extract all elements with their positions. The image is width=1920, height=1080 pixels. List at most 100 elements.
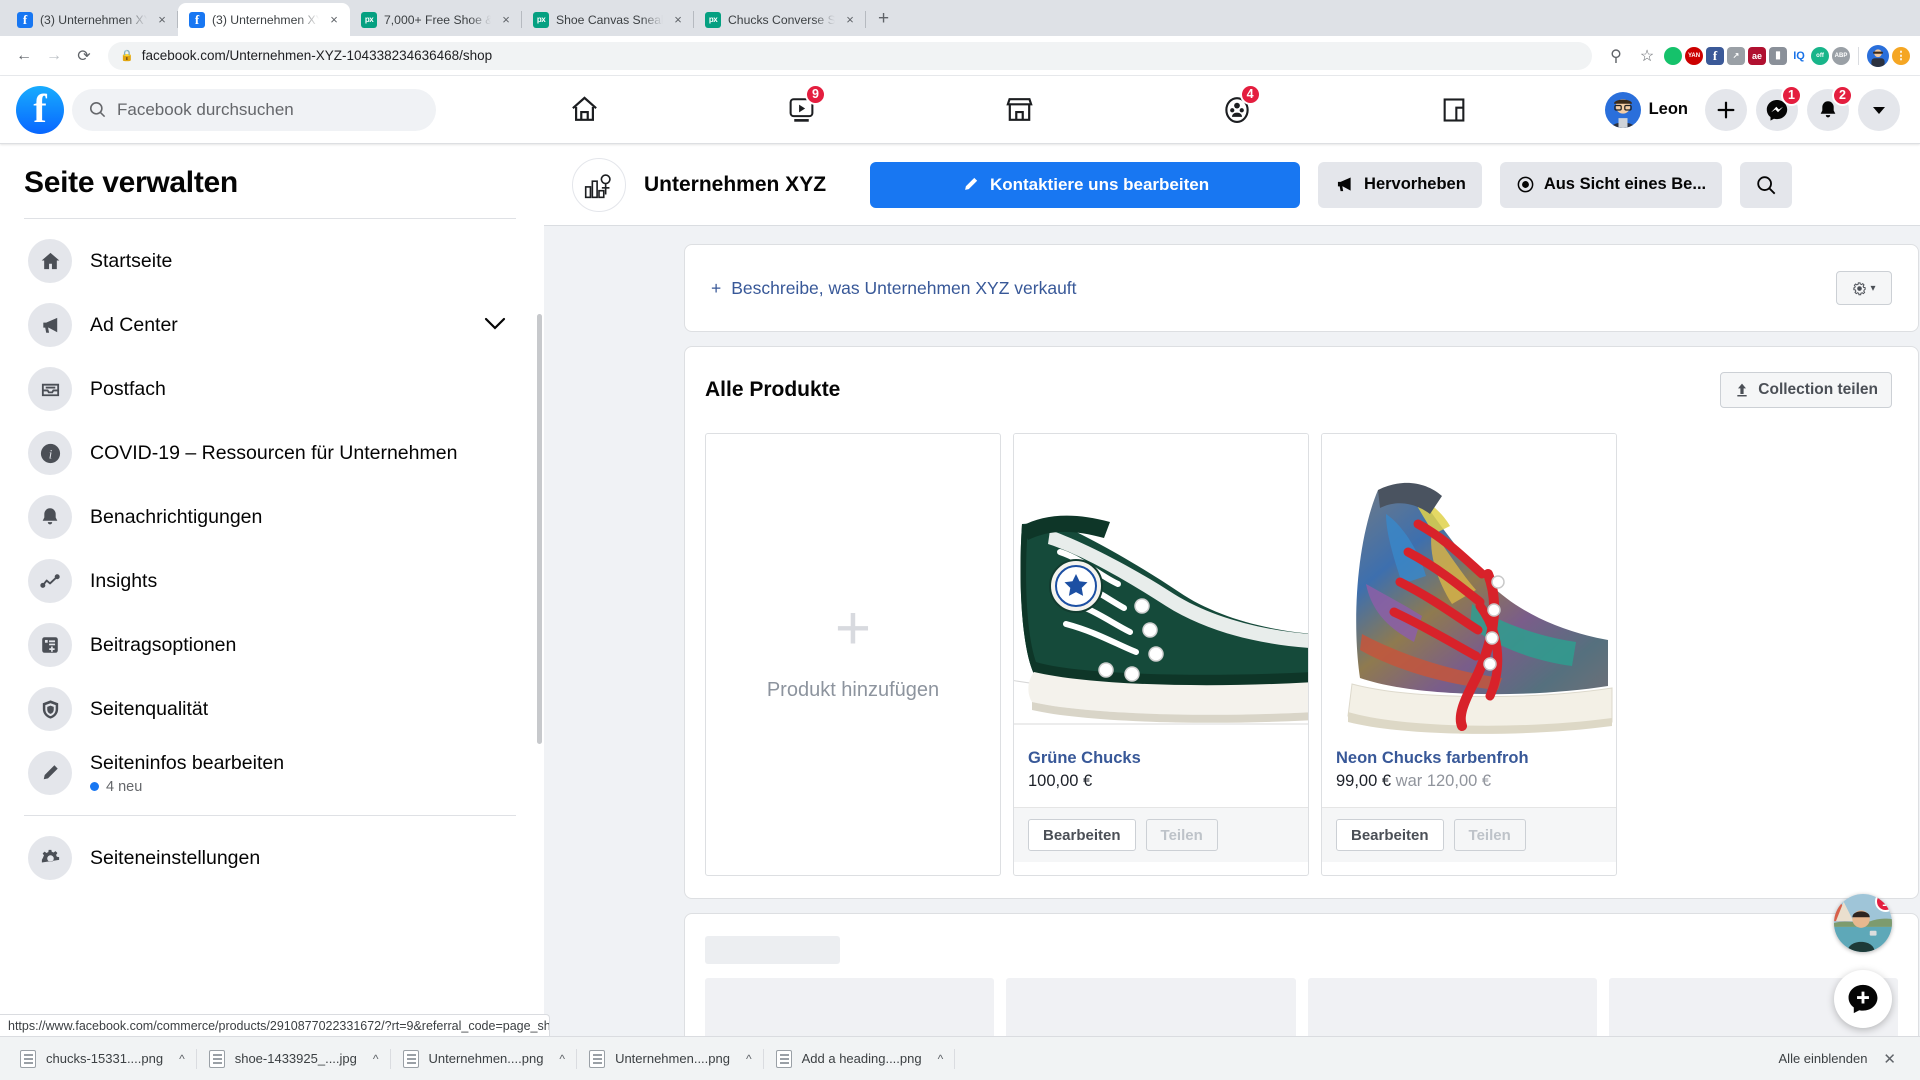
browser-tab-1[interactable]: f (3) Unternehmen XYZ | Facebo × xyxy=(178,3,350,36)
extensions-area: ⚲ ☆ YAN f ↗ ae ▮ IQ off ABP ⋮ xyxy=(1602,42,1910,70)
messenger-button[interactable]: 1 xyxy=(1756,84,1802,131)
business-chart-avatar[interactable] xyxy=(572,157,626,212)
describe-shop-link[interactable]: + Beschreibe, was Unternehmen XYZ verkau… xyxy=(711,278,1077,299)
chevron-down-icon[interactable] xyxy=(484,315,512,335)
tab-close-icon[interactable]: × xyxy=(670,12,686,27)
product-name[interactable]: Neon Chucks farbenfroh xyxy=(1336,749,1602,768)
new-message-button[interactable] xyxy=(1834,970,1892,1028)
tab-close-icon[interactable]: × xyxy=(842,12,858,27)
hiker-extension-icon[interactable]: ↗ xyxy=(1727,46,1745,65)
notifications-button[interactable]: 2 xyxy=(1807,84,1853,131)
nav-watch-icon[interactable]: 9 xyxy=(774,83,830,133)
add-product-card[interactable]: + Produkt hinzufügen xyxy=(705,433,1001,876)
shop-settings-button[interactable]: ▾ xyxy=(1836,271,1892,305)
product-price: 100,00 € xyxy=(1028,772,1294,791)
sidebar-item-seitenqualitaet[interactable]: Seitenqualität xyxy=(22,677,518,741)
sidebar-item-seiteninfos-bearbeiten[interactable]: Seiteninfos bearbeiten 4 neu xyxy=(22,741,518,805)
account-menu-button[interactable] xyxy=(1858,88,1900,131)
sidebar-item-ad-center[interactable]: Ad Center xyxy=(22,293,518,357)
file-icon xyxy=(402,1049,419,1068)
address-bar[interactable]: 🔒 facebook.com/Unternehmen-XYZ-104338234… xyxy=(108,41,1592,70)
product-edit-button[interactable]: Bearbeiten xyxy=(1028,819,1136,851)
product-card[interactable]: Grüne Chucks 100,00 € Bearbeiten Teilen xyxy=(1013,433,1309,876)
browser-tab-3[interactable]: px Shoe Canvas Sneakers - Free p × xyxy=(522,3,694,36)
zoom-icon[interactable]: ⚲ xyxy=(1602,42,1630,70)
box-extension-icon[interactable]: ▮ xyxy=(1769,46,1787,65)
edit-contact-button[interactable]: Kontaktiere uns bearbeiten xyxy=(870,161,1301,208)
products-grid: + Produkt hinzufügen Grüne Chucks 100,00… xyxy=(685,433,1918,876)
shop-feed: + Beschreibe, was Unternehmen XYZ verkau… xyxy=(544,226,1920,1070)
sidebar-item-benachrichtigungen[interactable]: Benachrichtigungen xyxy=(22,485,518,549)
promote-button[interactable]: Hervorheben xyxy=(1318,161,1482,208)
chevron-up-icon[interactable]: ^ xyxy=(373,1052,379,1066)
back-icon[interactable]: ← xyxy=(10,42,38,70)
product-card[interactable]: Neon Chucks farbenfroh 99,00 € war 120,0… xyxy=(1321,433,1617,876)
page-search-button[interactable] xyxy=(1740,161,1793,208)
new-tab-button[interactable]: + xyxy=(866,8,901,36)
iq-extension-icon[interactable]: IQ xyxy=(1790,47,1808,65)
product-share-button[interactable]: Teilen xyxy=(1453,819,1526,851)
downloads-bar: chucks-15331....png ^ shoe-1433925_....j… xyxy=(0,1036,1920,1080)
browser-tab-2[interactable]: px 7,000+ Free Shoe & Fashion Im × xyxy=(350,3,522,36)
sidebar-scrollbar[interactable] xyxy=(537,314,542,744)
share-collection-button[interactable]: Collection teilen xyxy=(1720,372,1892,408)
grammar-extension-icon[interactable] xyxy=(1664,46,1682,65)
download-item[interactable]: chucks-15331....png ^ xyxy=(8,1042,197,1076)
facebook-extension-icon[interactable]: f xyxy=(1706,46,1724,65)
search-icon xyxy=(1757,175,1776,194)
sidebar-item-covid19[interactable]: i COVID-19 – Ressourcen für Unternehmen xyxy=(22,421,518,485)
product-image-green-high-top-sneaker[interactable] xyxy=(1014,434,1308,735)
tab-close-icon[interactable]: × xyxy=(498,12,514,27)
chevron-up-icon[interactable]: ^ xyxy=(179,1052,185,1066)
abp-extension-icon[interactable]: ABP xyxy=(1832,46,1850,65)
nav-gaming-icon[interactable] xyxy=(1426,87,1482,133)
close-downloads-bar-icon[interactable]: ✕ xyxy=(1883,1050,1896,1068)
account-profile-button[interactable]: Leon xyxy=(1603,91,1696,128)
search-input[interactable]: Facebook durchsuchen xyxy=(72,88,436,131)
url-text: facebook.com/Unternehmen-XYZ-10433823463… xyxy=(141,48,493,63)
sidebar-item-label: Beitragsoptionen xyxy=(90,633,237,656)
download-filename: Add a heading....png xyxy=(801,1051,922,1066)
file-icon xyxy=(208,1049,225,1068)
download-item[interactable]: Add a heading....png ^ xyxy=(764,1042,956,1076)
browser-tab-0[interactable]: f (3) Unternehmen XYZ | Facebo × xyxy=(6,3,178,36)
sidebar-item-insights[interactable]: Insights xyxy=(22,549,518,613)
reload-icon[interactable]: ⟳ xyxy=(70,42,98,70)
yandex-extension-icon[interactable]: YAN xyxy=(1685,46,1703,65)
nav-groups-icon[interactable]: 4 xyxy=(1209,83,1265,133)
ae-extension-icon[interactable]: ae xyxy=(1748,46,1766,65)
sidebar-item-seiteneinstellungen[interactable]: Seiteneinstellungen xyxy=(22,826,518,890)
tab-close-icon[interactable]: × xyxy=(326,12,342,27)
facebook-logo[interactable]: f xyxy=(16,85,64,134)
download-item[interactable]: shoe-1433925_....jpg ^ xyxy=(197,1042,391,1076)
sidebar-item-postfach[interactable]: Postfach xyxy=(22,357,518,421)
browser-tab-4[interactable]: px Chucks Converse Shoes - Free × xyxy=(694,3,866,36)
sidebar-item-startseite[interactable]: Startseite xyxy=(22,229,518,293)
chevron-up-icon[interactable]: ^ xyxy=(559,1052,565,1066)
bookmark-star-icon[interactable]: ☆ xyxy=(1633,42,1661,70)
bell-icon xyxy=(28,495,72,539)
inbox-icon xyxy=(28,367,72,411)
nav-home-icon[interactable] xyxy=(557,87,613,133)
download-item[interactable]: Unternehmen....png ^ xyxy=(577,1042,764,1076)
chrome-menu-icon[interactable]: ⋮ xyxy=(1892,46,1910,65)
profile-avatar[interactable] xyxy=(1867,44,1889,67)
product-image-neon-graffiti-high-top-sneaker[interactable] xyxy=(1322,434,1616,735)
forward-icon[interactable]: → xyxy=(40,42,68,70)
all-products-card: Alle Produkte Collection teilen + Produk… xyxy=(684,346,1919,899)
chat-contact-avatar[interactable]: 1 xyxy=(1834,894,1892,952)
chevron-up-icon[interactable]: ^ xyxy=(938,1052,944,1066)
sidebar-item-sublabel: 4 neu xyxy=(90,779,512,795)
product-edit-button[interactable]: Bearbeiten xyxy=(1336,819,1444,851)
product-share-button[interactable]: Teilen xyxy=(1145,819,1218,851)
view-as-button[interactable]: Aus Sicht eines Be... xyxy=(1499,161,1723,208)
tab-close-icon[interactable]: × xyxy=(154,12,170,27)
chevron-up-icon[interactable]: ^ xyxy=(746,1052,752,1066)
sidebar-item-beitragsoptionen[interactable]: Beitragsoptionen xyxy=(22,613,518,677)
create-button[interactable] xyxy=(1705,88,1747,131)
adblock-extension-icon[interactable]: off xyxy=(1811,46,1829,65)
download-item[interactable]: Unternehmen....png ^ xyxy=(391,1042,578,1076)
nav-marketplace-icon[interactable] xyxy=(991,87,1047,133)
product-name[interactable]: Grüne Chucks xyxy=(1028,749,1294,768)
show-all-downloads-button[interactable]: Alle einblenden xyxy=(1779,1051,1868,1066)
